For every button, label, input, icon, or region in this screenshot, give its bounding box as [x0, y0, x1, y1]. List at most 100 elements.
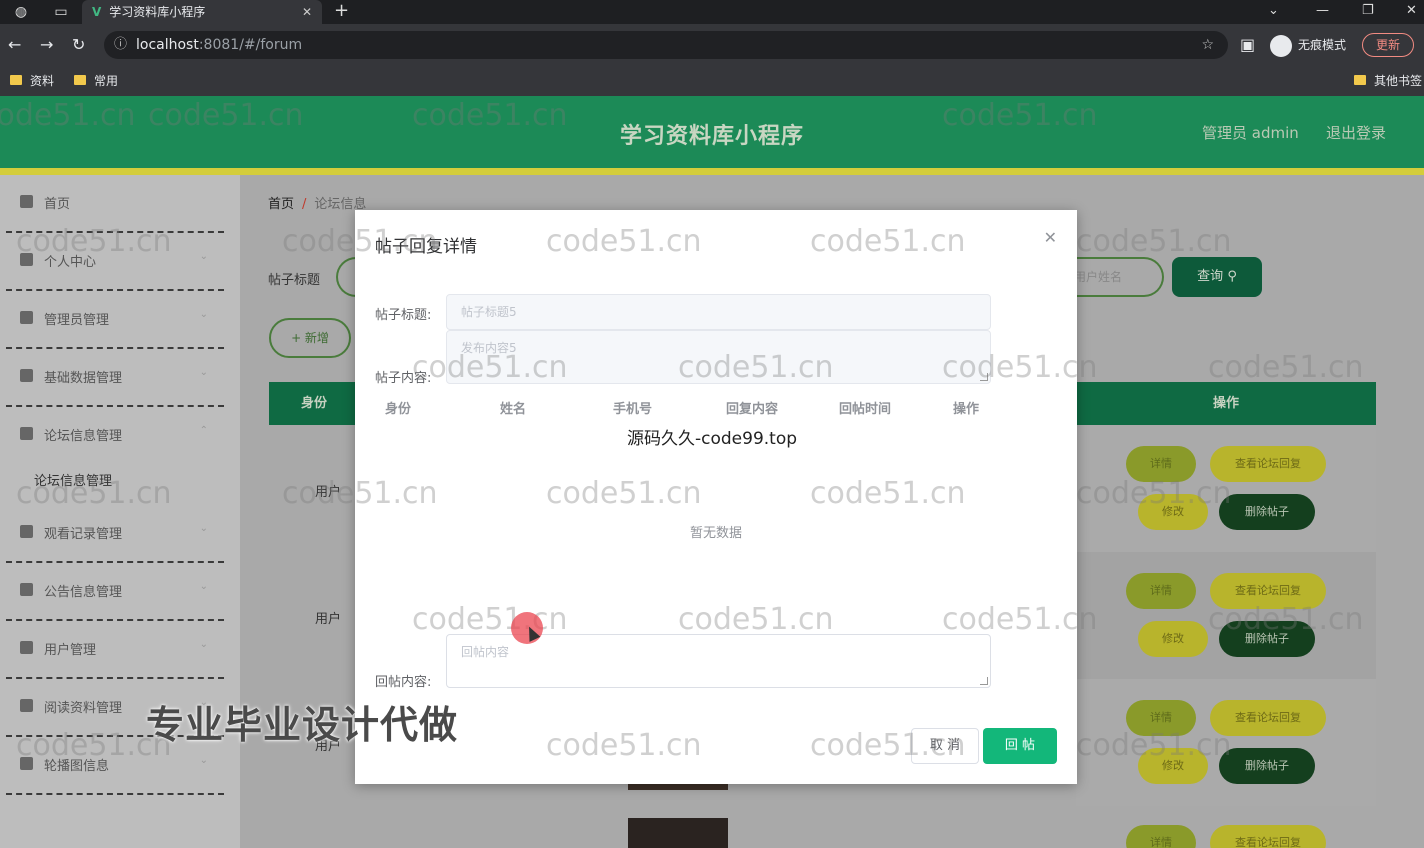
site-info-icon[interactable]: ⓘ: [114, 31, 127, 59]
column-header-name: 姓名: [500, 402, 527, 417]
chevron-up-icon: ⌃: [199, 425, 208, 436]
sidebar-item-admins[interactable]: 管理员管理 ⌄: [6, 291, 224, 349]
resize-grip-icon[interactable]: [980, 373, 988, 381]
bookmark-folder-1[interactable]: 资料: [10, 72, 54, 90]
column-header-time: 回帖时间: [839, 402, 892, 417]
row-role: 用户: [315, 485, 342, 500]
sidebar-item-label: 个人中心: [44, 255, 97, 270]
other-bookmarks[interactable]: 其他书签: [1354, 72, 1422, 90]
breadcrumb: 首页 / 论坛信息: [268, 193, 366, 212]
cancel-button[interactable]: 取 消: [911, 728, 979, 764]
reload-icon[interactable]: ↻: [72, 35, 85, 55]
new-tab-icon[interactable]: +: [334, 0, 349, 22]
sidebar-subitem-forum[interactable]: 论坛信息管理: [34, 470, 112, 489]
sidebar-item-label: 轮播图信息: [44, 759, 110, 774]
detail-button[interactable]: 详情: [1126, 825, 1196, 848]
delete-post-button[interactable]: 删除帖子: [1219, 621, 1315, 657]
sidebar-item-label: 公告信息管理: [44, 585, 123, 600]
browser-tab[interactable]: V 学习资料库小程序 ✕: [82, 0, 322, 24]
sidebar-item-notices[interactable]: 公告信息管理 ⌄: [6, 563, 224, 621]
view-replies-button[interactable]: 查看论坛回复: [1210, 700, 1326, 736]
globe-icon[interactable]: ◍: [12, 3, 30, 21]
bookmark-folder-2[interactable]: 常用: [74, 72, 118, 90]
detail-button[interactable]: 详情: [1126, 700, 1196, 736]
reply-placeholder: 回帖内容: [461, 645, 510, 659]
post-title-label: 帖子标题:: [375, 308, 432, 323]
table-row: [1076, 552, 1376, 679]
tab-close-icon[interactable]: ✕: [302, 0, 312, 24]
minimize-icon[interactable]: —: [1316, 0, 1329, 22]
close-window-icon[interactable]: ✕: [1406, 0, 1417, 22]
sidebar-toggle-icon[interactable]: ▣: [1240, 35, 1255, 55]
notice-icon: [20, 583, 33, 596]
back-icon[interactable]: ←: [8, 35, 21, 55]
sidebar-item-forum[interactable]: 论坛信息管理 ⌃: [6, 407, 224, 465]
restore-icon[interactable]: ❐: [1362, 0, 1374, 22]
view-replies-button[interactable]: 查看论坛回复: [1210, 446, 1326, 482]
sidebar-item-users[interactable]: 用户管理 ⌄: [6, 621, 224, 679]
logout-link[interactable]: 退出登录: [1326, 122, 1386, 143]
view-replies-button[interactable]: 查看论坛回复: [1210, 825, 1326, 848]
bookmark-label: 资料: [30, 74, 55, 88]
folder-icon: [1354, 75, 1366, 85]
incognito-icon: [1270, 34, 1292, 57]
empty-state: 暂无数据: [689, 526, 742, 541]
browser-tab-bar: ◍ ▭ V 学习资料库小程序 ✕ + ⌄ — ❐ ✕: [0, 0, 1424, 24]
update-button[interactable]: 更新: [1362, 33, 1414, 57]
query-button[interactable]: 查询 ⚲: [1172, 257, 1262, 297]
sidebar-item-basic-data[interactable]: 基础数据管理 ⌄: [6, 349, 224, 407]
delete-post-button[interactable]: 删除帖子: [1219, 494, 1315, 530]
chevron-down-icon: ⌄: [199, 581, 208, 592]
column-header-actions: 操作: [953, 402, 980, 417]
bookmark-label: 常用: [94, 74, 119, 88]
other-bookmarks-label: 其他书签: [1374, 74, 1423, 88]
sidebar-item-label: 基础数据管理: [44, 371, 123, 386]
tab-title: 学习资料库小程序: [109, 5, 206, 19]
sidebar-item-label: 观看记录管理: [44, 527, 123, 542]
sidebar-item-label: 管理员管理: [44, 313, 110, 328]
promo-banner: 专业毕业设计代做: [146, 703, 459, 747]
forward-icon[interactable]: →: [40, 35, 53, 55]
view-replies-button[interactable]: 查看论坛回复: [1210, 573, 1326, 609]
url-input[interactable]: ⓘ localhost:8081/#/forum ☆: [104, 31, 1228, 59]
home-icon: [20, 195, 33, 208]
incognito-profile[interactable]: 无痕模式: [1270, 33, 1346, 57]
sidebar-item-history[interactable]: 观看记录管理 ⌄: [6, 505, 224, 563]
edit-button[interactable]: 修改: [1138, 494, 1208, 530]
post-content-text: 发布内容5: [461, 341, 517, 355]
post-content-field: 发布内容5: [446, 330, 991, 384]
forum-icon: [20, 427, 33, 440]
sidebar-item-home[interactable]: 首页: [6, 175, 224, 233]
profile-label: 无痕模式: [1298, 38, 1347, 52]
user-icon: [20, 253, 33, 266]
submit-reply-button[interactable]: 回 帖: [983, 728, 1057, 764]
sidebar-item-profile[interactable]: 个人中心 ⌄: [6, 233, 224, 291]
post-content-label: 帖子内容:: [375, 371, 432, 386]
column-header-reply: 回复内容: [726, 402, 779, 417]
reply-detail-dialog: 帖子回复详情 ✕ 帖子标题: 帖子标题5 帖子内容: 发布内容5 身份 姓名 手…: [355, 210, 1077, 784]
chevron-down-icon: ⌄: [199, 251, 208, 262]
breadcrumb-home[interactable]: 首页: [268, 197, 294, 212]
table-header-actions: 操作: [1076, 382, 1376, 425]
history-icon: [20, 525, 33, 538]
header-accent-strip: [0, 168, 1424, 175]
window-icon[interactable]: ▭: [52, 3, 70, 21]
resize-grip-icon[interactable]: [980, 677, 988, 685]
edit-button[interactable]: 修改: [1138, 748, 1208, 784]
close-icon[interactable]: ✕: [1044, 228, 1057, 247]
dialog-title: 帖子回复详情: [375, 237, 477, 257]
detail-button[interactable]: 详情: [1126, 446, 1196, 482]
detail-button[interactable]: 详情: [1126, 573, 1196, 609]
admin-icon: [20, 311, 33, 324]
delete-post-button[interactable]: 删除帖子: [1219, 748, 1315, 784]
name-search-input[interactable]: 用户姓名: [1070, 257, 1164, 297]
add-button[interactable]: + 新增: [269, 318, 351, 358]
chevron-down-icon: ⌄: [199, 639, 208, 650]
post-image: [628, 818, 728, 848]
chevron-down-icon: ⌄: [199, 367, 208, 378]
bookmark-star-icon[interactable]: ☆: [1201, 31, 1214, 59]
address-bar: ← → ↻ ⓘ localhost:8081/#/forum ☆ ▣ 无痕模式 …: [0, 24, 1424, 66]
edit-button[interactable]: 修改: [1138, 621, 1208, 657]
tab-search-icon[interactable]: ⌄: [1268, 0, 1279, 22]
url-path: :8081/#/forum: [198, 37, 303, 53]
